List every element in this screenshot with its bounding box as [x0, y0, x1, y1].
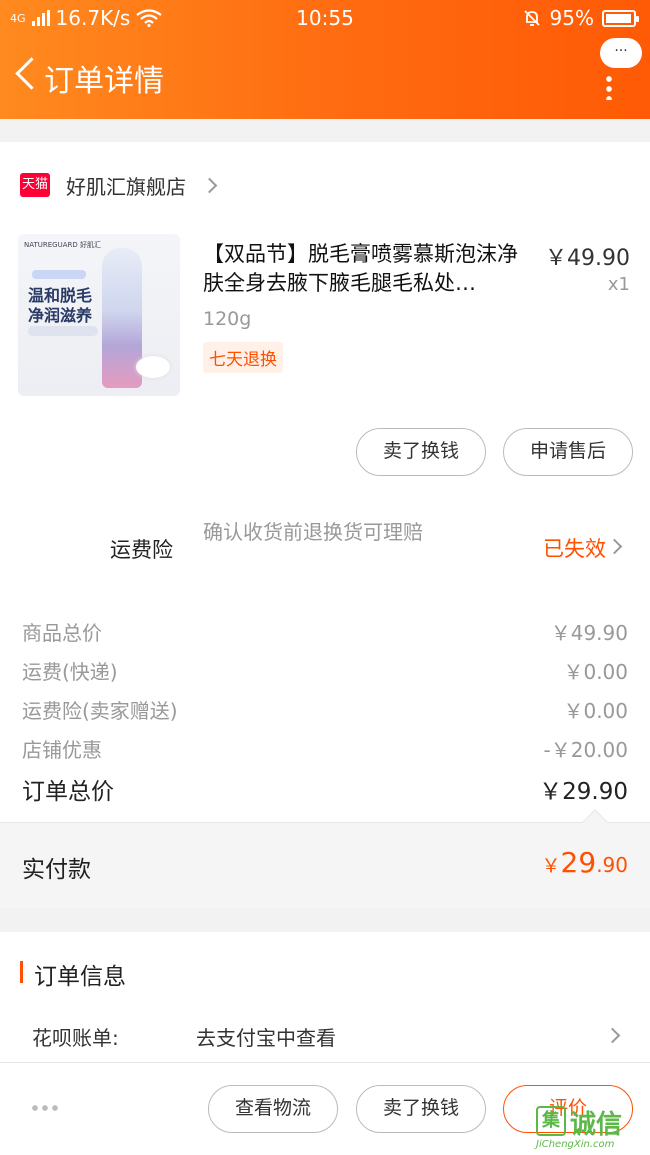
insurance-label: 运费险 — [110, 538, 173, 562]
tmall-icon: 天猫 — [20, 173, 50, 197]
more-dots-icon[interactable] — [606, 74, 612, 100]
sell-for-cash-button[interactable]: 卖了换钱 — [356, 1085, 486, 1133]
view-logistics-button[interactable]: 查看物流 — [208, 1085, 338, 1133]
insurance-status[interactable]: 已失效 — [543, 533, 606, 563]
bell-muted-icon — [523, 10, 540, 26]
insurance-desc: 确认收货前退换货可理赔 — [203, 520, 423, 544]
paid-label: 实付款 — [22, 857, 91, 883]
fee-value: ￥49.90 — [550, 621, 628, 645]
watermark-mark: 集 — [536, 1106, 566, 1136]
fee-row-store-discount: 店铺优惠 -￥20.00 — [22, 734, 628, 763]
fee-row-subtotal: 商品总价 ￥49.90 — [22, 617, 628, 646]
fee-label: 运费险(卖家赠送) — [22, 699, 178, 723]
more-options-icon[interactable] — [30, 1105, 60, 1111]
order-info-title: 订单信息 — [34, 964, 126, 990]
watermark-text: 诚信 — [570, 1110, 623, 1140]
sell-for-cash-button[interactable]: 卖了换钱 — [356, 428, 486, 476]
product-quantity: x1 — [607, 274, 630, 295]
product-image[interactable]: NATUREGUARD 好肌汇 温和脱毛 净润滋养 — [18, 234, 180, 396]
total-value: ￥29.90 — [539, 779, 628, 805]
page-title: 订单详情 — [44, 64, 164, 99]
paid-integer: 29 — [560, 846, 597, 879]
battery-percent: 95% — [549, 6, 594, 30]
back-arrow-icon[interactable] — [8, 54, 44, 98]
product-image-line2: 净润滋养 — [28, 306, 93, 325]
chevron-right-icon — [604, 1027, 621, 1044]
fee-row-shipping: 运费(快递) ￥0.00 — [22, 656, 628, 685]
order-total-row: 订单总价 ￥29.90 — [22, 772, 628, 806]
nav-bar: 订单详情 ··· — [0, 38, 650, 108]
huabei-key: 花呗账单: — [32, 1026, 119, 1050]
order-info-card: 订单信息 花呗账单: 去支付宝中查看 — [0, 932, 650, 1062]
store-name: 好肌汇旗舰店 — [66, 174, 186, 199]
return-policy-badge: 七天退换 — [203, 342, 283, 373]
product-title[interactable]: 【双品节】脱毛膏喷雾慕斯泡沫净肤全身去腋下腋毛腿毛私处… — [203, 240, 533, 298]
section-accent-bar — [20, 961, 23, 983]
fee-row-insurance: 运费险(卖家赠送) ￥0.00 — [22, 695, 628, 724]
watermark-url: JiChengXin.com — [536, 1139, 615, 1150]
watermark-logo: 集 诚信 JiChengXin.com — [536, 1104, 646, 1152]
after-sale-button[interactable]: 申请售后 — [503, 428, 633, 476]
product-foam-graphic — [136, 356, 170, 378]
chevron-right-icon — [201, 177, 218, 193]
product-image-sub — [28, 326, 98, 336]
fee-value: ￥0.00 — [563, 660, 628, 684]
fee-label: 商品总价 — [22, 621, 102, 645]
total-label: 订单总价 — [22, 779, 114, 805]
store-link[interactable]: 天猫 好肌汇旗舰店 — [20, 170, 218, 200]
huabei-value[interactable]: 去支付宝中查看 — [196, 1022, 336, 1051]
product-image-tag — [32, 270, 86, 279]
paid-value: ￥29.90 — [542, 846, 628, 879]
fee-value: -￥20.00 — [543, 738, 628, 762]
battery-icon — [602, 9, 639, 27]
product-spec: 120g — [203, 308, 252, 330]
more-bubble[interactable]: ··· — [600, 38, 642, 68]
more-menu-button[interactable]: ··· — [598, 38, 642, 102]
fee-label: 运费(快递) — [22, 660, 118, 684]
paid-decimal: .90 — [596, 853, 628, 877]
fee-value: ￥0.00 — [563, 699, 628, 723]
status-bar: 4G 16.7K/s 10:55 95% — [0, 0, 650, 36]
paid-currency: ￥ — [541, 855, 561, 877]
app-header: 4G 16.7K/s 10:55 95% 订单详情 ··· — [0, 0, 650, 119]
product-price: ￥49.90 — [545, 246, 630, 271]
product-image-brand: NATUREGUARD 好肌汇 — [24, 241, 101, 249]
fee-label: 店铺优惠 — [22, 738, 102, 762]
status-right: 95% — [522, 6, 639, 30]
